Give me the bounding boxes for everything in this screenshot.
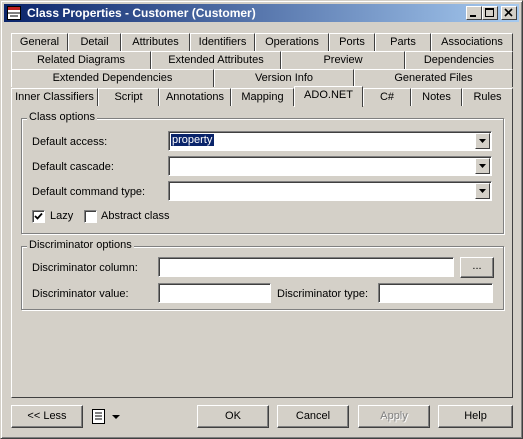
tab-inner-classifiers[interactable]: Inner Classifiers [11, 88, 98, 106]
maximize-button[interactable] [482, 6, 498, 20]
tab-general[interactable]: General [11, 33, 68, 51]
tab-annotations[interactable]: Annotations [159, 88, 231, 106]
minimize-icon [470, 15, 476, 17]
tab-associations[interactable]: Associations [431, 33, 513, 51]
tab-mapping[interactable]: Mapping [231, 88, 294, 106]
default-command-type-dropdown-button[interactable] [475, 183, 490, 199]
default-cascade-label: Default cascade: [32, 161, 114, 173]
default-cascade-combo[interactable] [168, 156, 492, 176]
list-menu-icon [92, 409, 120, 424]
title-bar[interactable]: Class Properties - Customer (Customer) [4, 4, 519, 22]
window-title: Class Properties - Customer (Customer) [27, 6, 256, 20]
class-options-label: Class options [27, 111, 98, 123]
tab-ports[interactable]: Ports [329, 33, 375, 51]
tab-identifiers[interactable]: Identifiers [190, 33, 255, 51]
checkmark-icon [34, 212, 43, 220]
chevron-down-icon [479, 139, 486, 143]
tab-notes[interactable]: Notes [411, 88, 462, 106]
default-cascade-dropdown-button[interactable] [475, 158, 490, 174]
close-icon [504, 8, 513, 17]
close-button[interactable] [501, 6, 517, 20]
tab-csharp[interactable]: C# [363, 88, 411, 106]
discriminator-type-input[interactable] [378, 283, 493, 303]
ok-button[interactable]: OK [197, 405, 269, 428]
tab-dependencies[interactable]: Dependencies [405, 51, 513, 69]
minimize-button[interactable] [466, 6, 482, 20]
chevron-down-icon [479, 189, 486, 193]
abstract-class-checkbox[interactable] [84, 210, 97, 223]
lazy-label[interactable]: Lazy [50, 210, 73, 222]
discriminator-value-label: Discriminator value: [32, 288, 129, 300]
list-menu-button[interactable] [90, 408, 126, 426]
default-access-label: Default access: [32, 136, 108, 148]
chevron-down-icon [479, 164, 486, 168]
cancel-button[interactable]: Cancel [277, 405, 349, 428]
ado-net-panel: Class options Default access: property D… [11, 105, 513, 398]
discriminator-column-input[interactable] [158, 257, 454, 277]
tab-extended-dependencies[interactable]: Extended Dependencies [11, 69, 214, 87]
tab-attributes[interactable]: Attributes [121, 33, 190, 51]
less-button[interactable]: << Less [11, 405, 83, 428]
discriminator-column-label: Discriminator column: [32, 262, 138, 274]
tab-script[interactable]: Script [98, 88, 159, 106]
discriminator-value-input[interactable] [158, 283, 271, 303]
browse-button[interactable]: ... [460, 257, 494, 278]
tab-generated-files[interactable]: Generated Files [354, 69, 513, 87]
tab-extended-attributes[interactable]: Extended Attributes [151, 51, 281, 69]
maximize-icon [485, 8, 494, 17]
tab-detail[interactable]: Detail [68, 33, 121, 51]
class-icon [7, 6, 21, 20]
lazy-checkbox[interactable] [32, 210, 45, 223]
discriminator-options-label: Discriminator options [27, 239, 134, 251]
tab-ado-net[interactable]: ADO.NET [294, 86, 363, 107]
tab-operations[interactable]: Operations [255, 33, 329, 51]
default-access-combo[interactable]: property [168, 131, 492, 151]
tab-parts[interactable]: Parts [375, 33, 431, 51]
class-properties-window: Class Properties - Customer (Customer) G… [0, 0, 523, 439]
default-command-type-combo[interactable] [168, 181, 492, 201]
default-command-type-label: Default command type: [32, 186, 146, 198]
tab-version-info[interactable]: Version Info [214, 69, 354, 87]
default-access-value: property [171, 134, 215, 146]
help-button[interactable]: Help [438, 405, 513, 428]
default-access-dropdown-button[interactable] [475, 133, 490, 149]
tab-rules[interactable]: Rules [462, 88, 513, 106]
tab-related-diagrams[interactable]: Related Diagrams [11, 51, 151, 69]
apply-button[interactable]: Apply [358, 405, 430, 428]
tab-preview[interactable]: Preview [281, 51, 405, 69]
discriminator-type-label: Discriminator type: [277, 288, 369, 300]
abstract-class-label[interactable]: Abstract class [101, 210, 169, 222]
